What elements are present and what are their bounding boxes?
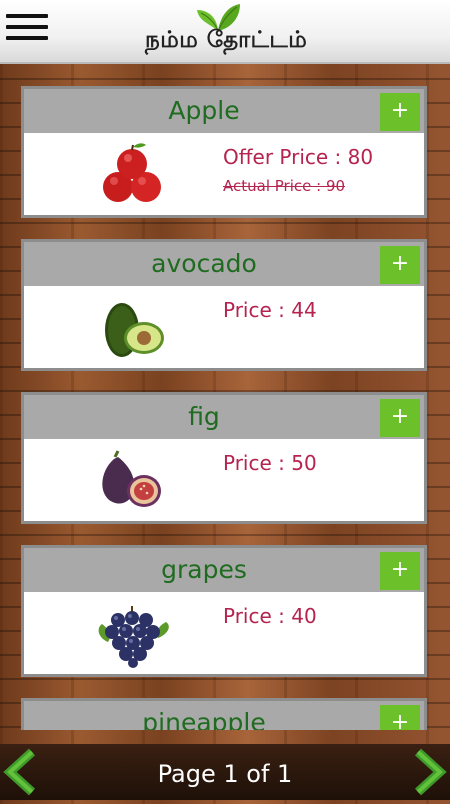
pagination-bar: Page 1 of 1 — [0, 744, 450, 800]
product-card[interactable]: Apple + Offer Price : 80 Actual Price : … — [21, 86, 427, 218]
product-card[interactable]: grapes + Price : 40 — [21, 545, 427, 677]
add-to-cart-button[interactable]: + — [380, 705, 420, 730]
price: Price : 40 — [223, 604, 317, 628]
card-header: Apple + — [24, 89, 424, 133]
app-title: நம்ம தோட்டம் — [145, 26, 308, 53]
product-name: avocado — [151, 249, 257, 278]
product-name: pineapple — [142, 708, 266, 730]
app-header: நம்ம தோட்டம் — [0, 0, 450, 64]
add-to-cart-button[interactable]: + — [380, 552, 420, 590]
card-header: fig + — [24, 395, 424, 439]
page-indicator: Page 1 of 1 — [157, 760, 293, 788]
add-to-cart-button[interactable]: + — [380, 246, 420, 284]
fig-icon — [102, 450, 161, 507]
price: Price : 44 — [223, 298, 317, 322]
app-logo: நம்ம தோட்டம் — [145, 2, 365, 60]
grapes-icon — [98, 606, 169, 668]
card-header: pineapple + — [24, 701, 424, 730]
product-name: grapes — [161, 555, 247, 584]
hamburger-menu-icon[interactable] — [6, 14, 48, 48]
product-card[interactable]: fig + Price : 50 — [21, 392, 427, 524]
product-name: Apple — [168, 96, 240, 125]
product-name: fig — [188, 402, 220, 431]
product-card[interactable]: avocado + Price : 44 — [21, 239, 427, 371]
price: Price : 50 — [223, 451, 317, 475]
avocado-icon — [105, 303, 164, 357]
add-to-cart-button[interactable]: + — [380, 93, 420, 131]
apple-icon — [103, 143, 161, 202]
product-card[interactable]: pineapple + — [21, 698, 427, 730]
offer-price: Offer Price : 80 — [223, 145, 374, 169]
add-to-cart-button[interactable]: + — [380, 399, 420, 437]
actual-price: Actual Price : 90 — [223, 177, 346, 195]
product-list[interactable]: Apple + Offer Price : 80 Actual Price : … — [21, 84, 429, 730]
chevron-left-icon[interactable] — [2, 748, 42, 796]
card-header: avocado + — [24, 242, 424, 286]
card-header: grapes + — [24, 548, 424, 592]
chevron-right-icon[interactable] — [408, 748, 448, 796]
